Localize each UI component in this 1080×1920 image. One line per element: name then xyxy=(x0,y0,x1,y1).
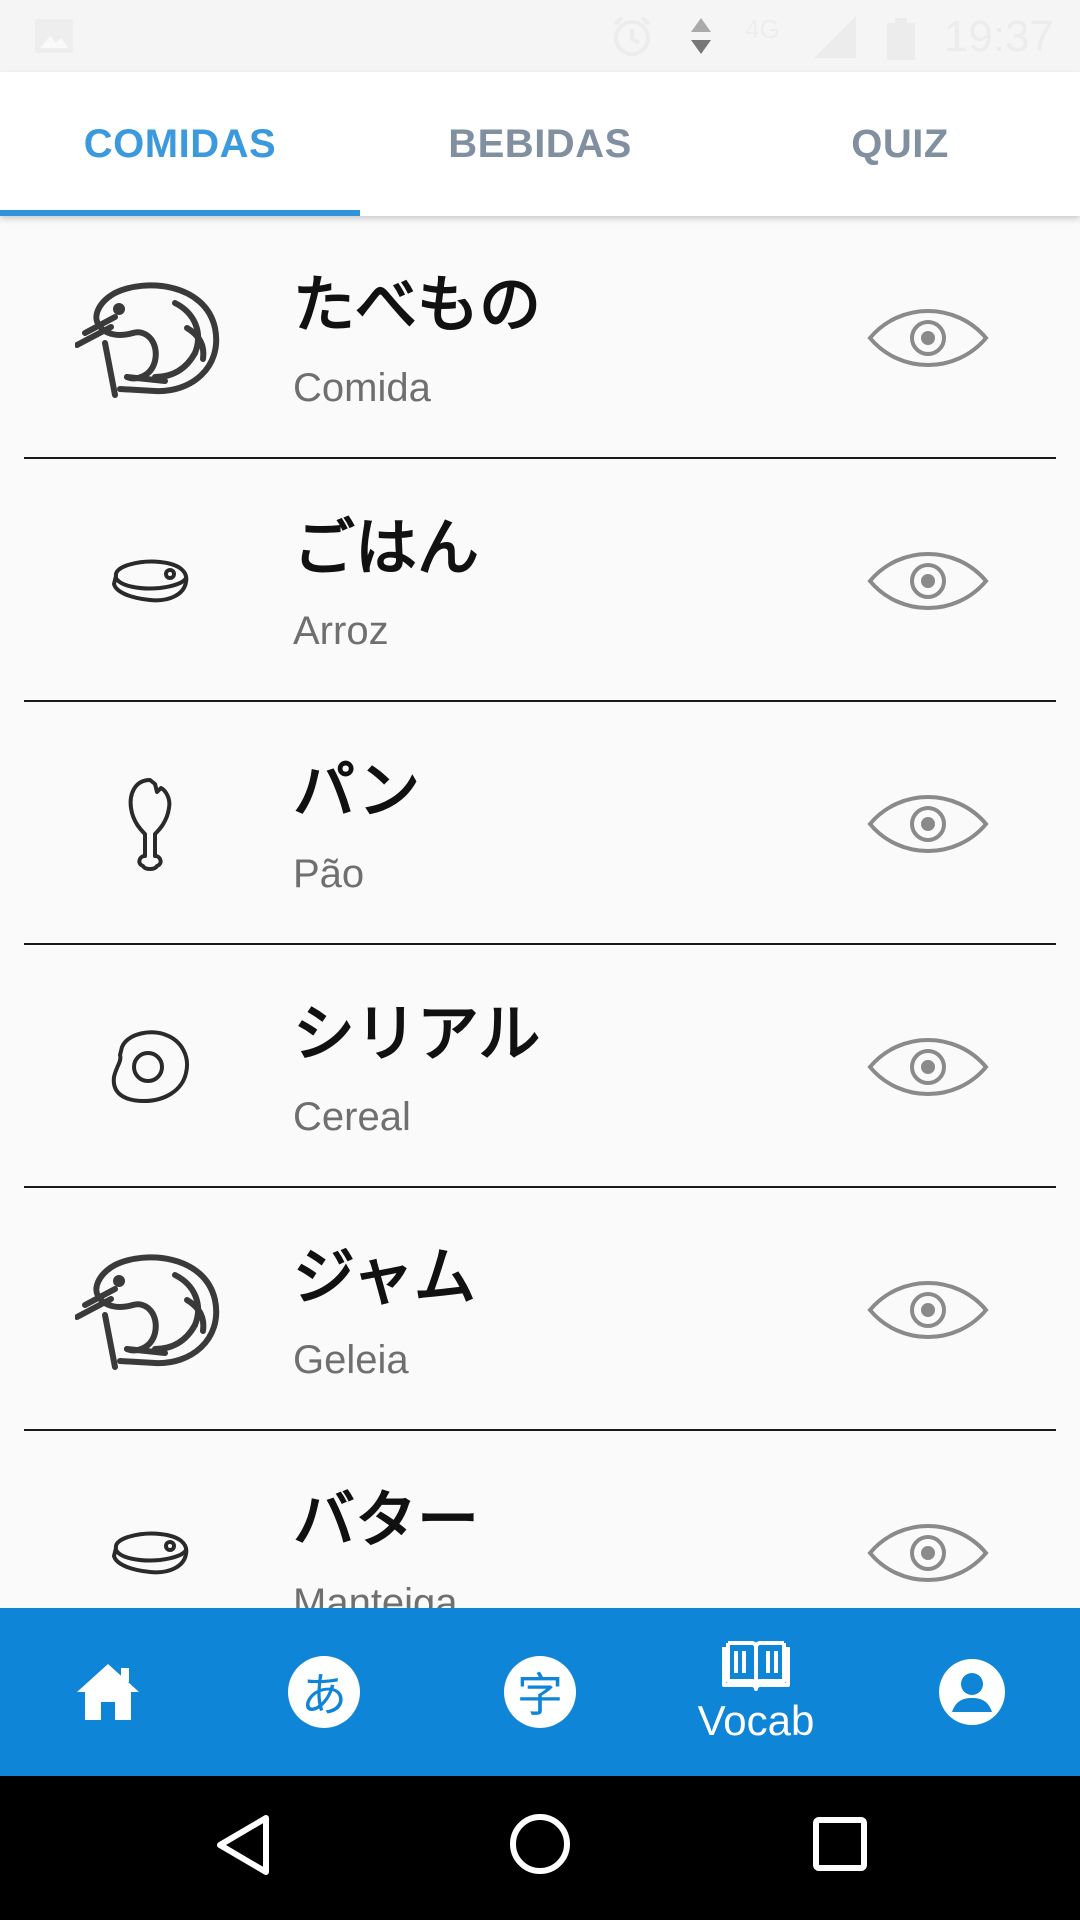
japanese-word: ジャム xyxy=(293,1240,476,1313)
translation: Manteiga xyxy=(293,1581,458,1608)
profile-icon xyxy=(939,1659,1005,1725)
eye-icon[interactable] xyxy=(866,788,990,860)
steak-icon xyxy=(70,1431,230,1608)
tab-comidas[interactable]: COMIDAS xyxy=(0,72,360,216)
home-button-icon[interactable] xyxy=(508,1812,572,1876)
list-item[interactable]: パン Pão xyxy=(0,702,1080,945)
kanji-icon: 字 xyxy=(504,1656,576,1728)
list-item[interactable]: ジャム Geleia xyxy=(0,1188,1080,1431)
nav-profile[interactable] xyxy=(864,1608,1080,1776)
nav-hiragana[interactable]: あ xyxy=(216,1608,432,1776)
shrimp-icon xyxy=(70,1188,230,1431)
nav-vocab-label: Vocab xyxy=(697,1697,815,1744)
book-icon xyxy=(722,1641,790,1691)
tab-indicator xyxy=(0,210,360,216)
eye-icon[interactable] xyxy=(866,1517,990,1589)
alarm-icon xyxy=(613,16,651,56)
list-item[interactable]: シリアル Cereal xyxy=(0,945,1080,1188)
hiragana-icon: あ xyxy=(288,1656,360,1728)
eye-icon[interactable] xyxy=(866,1031,990,1103)
japanese-word: シリアル xyxy=(293,997,541,1070)
translation: Arroz xyxy=(293,609,389,653)
recents-icon[interactable] xyxy=(812,1816,868,1872)
tab-bebidas[interactable]: BEBIDAS xyxy=(360,72,720,216)
eye-icon[interactable] xyxy=(866,1274,990,1346)
japanese-word: パン xyxy=(293,754,421,827)
home-icon xyxy=(77,1664,139,1720)
data-arrows-icon xyxy=(691,18,711,54)
japanese-word: ごはん xyxy=(293,511,480,584)
network-type: 4G xyxy=(745,14,780,44)
japanese-word: たべもの xyxy=(293,268,542,341)
tab-bar: COMIDAS BEBIDAS QUIZ xyxy=(0,72,1080,216)
steak-icon xyxy=(70,459,230,702)
image-icon xyxy=(35,19,73,53)
signal-icon xyxy=(814,16,856,58)
nav-vocab[interactable]: Vocab xyxy=(648,1608,864,1776)
fried-egg-icon xyxy=(70,945,230,1188)
translation: Cereal xyxy=(293,1095,411,1139)
chicken-leg-icon xyxy=(70,702,230,945)
japanese-word: バター xyxy=(293,1483,480,1556)
translation: Geleia xyxy=(293,1338,409,1382)
status-time: 19:37 xyxy=(943,12,1054,61)
shrimp-icon xyxy=(70,216,230,459)
eye-icon[interactable] xyxy=(866,302,990,374)
list-item[interactable]: ごはん Arroz xyxy=(0,459,1080,702)
battery-icon xyxy=(887,18,915,60)
list-item[interactable]: たべもの Comida xyxy=(0,216,1080,459)
nav-home[interactable] xyxy=(0,1608,216,1776)
status-bar: 4G 19:37 xyxy=(0,0,1080,72)
nav-kanji[interactable]: 字 xyxy=(432,1608,648,1776)
eye-icon[interactable] xyxy=(866,545,990,617)
bottom-nav: あ 字 Vocab xyxy=(0,1608,1080,1776)
translation: Pão xyxy=(293,852,365,896)
vocab-list: たべもの Comida ごはん Arroz パン Pão シリアル Cereal… xyxy=(0,216,1080,1608)
back-icon[interactable] xyxy=(212,1812,272,1878)
tab-quiz[interactable]: QUIZ xyxy=(720,72,1080,216)
translation: Comida xyxy=(293,366,431,410)
list-item[interactable]: バター Manteiga xyxy=(0,1431,1080,1608)
system-nav-bar xyxy=(0,1776,1080,1920)
